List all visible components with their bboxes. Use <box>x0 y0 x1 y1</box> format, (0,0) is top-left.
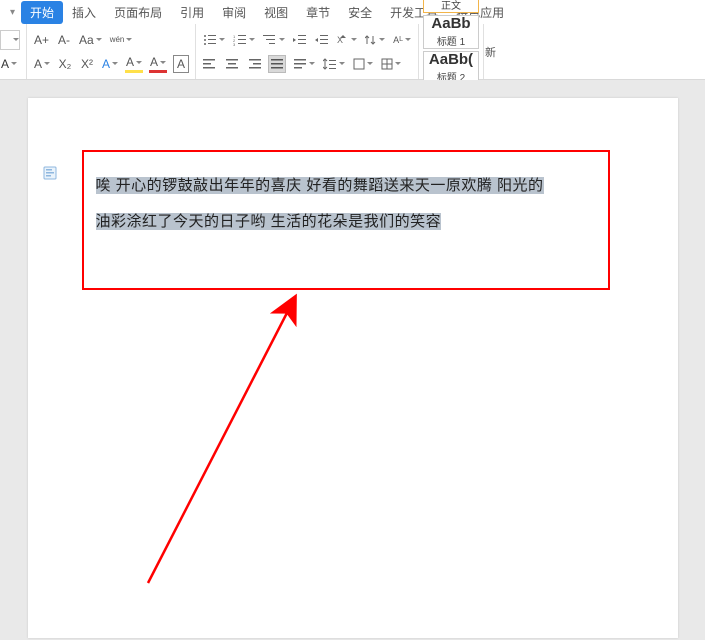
font-color-button[interactable]: A <box>149 55 167 73</box>
font-combo-group: A <box>0 24 27 79</box>
selected-text-line1: 唉 开心的锣鼓敲出年年的喜庆 好看的舞蹈送来天一原欢腾 阳光的 <box>96 177 544 194</box>
selected-text-line2: 油彩涂红了今天的日子哟 生活的花朵是我们的笑容 <box>96 213 442 230</box>
char-border-button[interactable]: A <box>173 55 189 73</box>
annotation-arrow <box>120 293 360 593</box>
align-left-button[interactable] <box>202 55 218 73</box>
menu-tabs: ▾ 开始 插入 页面布局 引用 审阅 视图 章节 安全 开发工具 特色应用 <box>0 0 705 24</box>
tab-chapter[interactable]: 章节 <box>297 1 339 24</box>
align-right-button[interactable] <box>246 55 262 73</box>
subscript-button[interactable]: X₂ <box>57 55 73 73</box>
tab-security[interactable]: 安全 <box>339 1 381 24</box>
show-marks-button[interactable]: AL <box>392 31 412 49</box>
paragraph-group: 123 X AL <box>196 24 419 79</box>
tab-references[interactable]: 引用 <box>171 1 213 24</box>
sort-button[interactable] <box>364 31 386 49</box>
font-format-group: A+ A- Aa wén A X₂ X² A A A A <box>27 24 196 79</box>
grow-font-button[interactable]: A+ <box>33 31 50 49</box>
shading-button[interactable] <box>352 55 374 73</box>
font-color-partial[interactable]: A <box>0 55 18 73</box>
text-direction-button[interactable]: X <box>336 31 358 49</box>
line-spacing-button[interactable] <box>322 55 346 73</box>
char-effects-button[interactable]: A <box>101 55 119 73</box>
shrink-font-button[interactable]: A- <box>56 31 72 49</box>
style-label: 标题 1 <box>437 33 465 48</box>
ribbon: A A+ A- Aa wén A X₂ X² A A A A 123 <box>0 24 705 80</box>
style-label: 正文 <box>441 0 461 12</box>
styles-more[interactable]: 新 <box>483 24 497 79</box>
styles-group: AaBbCcDd 正文 AaBb 标题 1 AaBb( 标题 2 AaBbC( … <box>419 24 483 79</box>
bullets-button[interactable] <box>202 31 226 49</box>
style-normal[interactable]: AaBbCcDd 正文 <box>423 0 479 13</box>
tab-pagelayout[interactable]: 页面布局 <box>105 1 171 24</box>
tab-view[interactable]: 视图 <box>255 1 297 24</box>
tab-review[interactable]: 审阅 <box>213 1 255 24</box>
decrease-indent-button[interactable] <box>292 31 308 49</box>
multilevel-button[interactable] <box>262 31 286 49</box>
style-heading1[interactable]: AaBb 标题 1 <box>423 15 479 49</box>
align-center-button[interactable] <box>224 55 240 73</box>
document-text[interactable]: 唉 开心的锣鼓敲出年年的喜庆 好看的舞蹈送来天一原欢腾 阳光的 油彩涂红了今天的… <box>96 168 600 240</box>
style-preview: AaBb( <box>429 52 473 67</box>
svg-text:3: 3 <box>233 42 236 46</box>
tab-insert[interactable]: 插入 <box>63 1 105 24</box>
superscript-button[interactable]: X² <box>79 55 95 73</box>
highlight-button[interactable]: A <box>125 55 143 73</box>
document-page[interactable]: 唉 开心的锣鼓敲出年年的喜庆 好看的舞蹈送来天一原欢腾 阳光的 油彩涂红了今天的… <box>28 98 678 638</box>
workspace: 唉 开心的锣鼓敲出年年的喜庆 好看的舞蹈送来天一原欢腾 阳光的 油彩涂红了今天的… <box>0 80 705 640</box>
tab-start[interactable]: 开始 <box>21 1 63 24</box>
section-marker-icon <box>43 166 59 180</box>
font-size-combo[interactable] <box>0 30 20 50</box>
borders-button[interactable] <box>380 55 402 73</box>
strike-button[interactable]: A <box>33 55 51 73</box>
phonetic-guide-button[interactable]: wén <box>109 31 134 49</box>
align-distribute-button[interactable] <box>292 55 316 73</box>
increase-indent-button[interactable] <box>314 31 330 49</box>
numbering-button[interactable]: 123 <box>232 31 256 49</box>
menu-dropdown-icon[interactable]: ▾ <box>10 7 15 18</box>
change-case-button[interactable]: Aa <box>78 31 103 49</box>
align-justify-button[interactable] <box>268 55 286 73</box>
style-preview: AaBb <box>431 16 470 31</box>
